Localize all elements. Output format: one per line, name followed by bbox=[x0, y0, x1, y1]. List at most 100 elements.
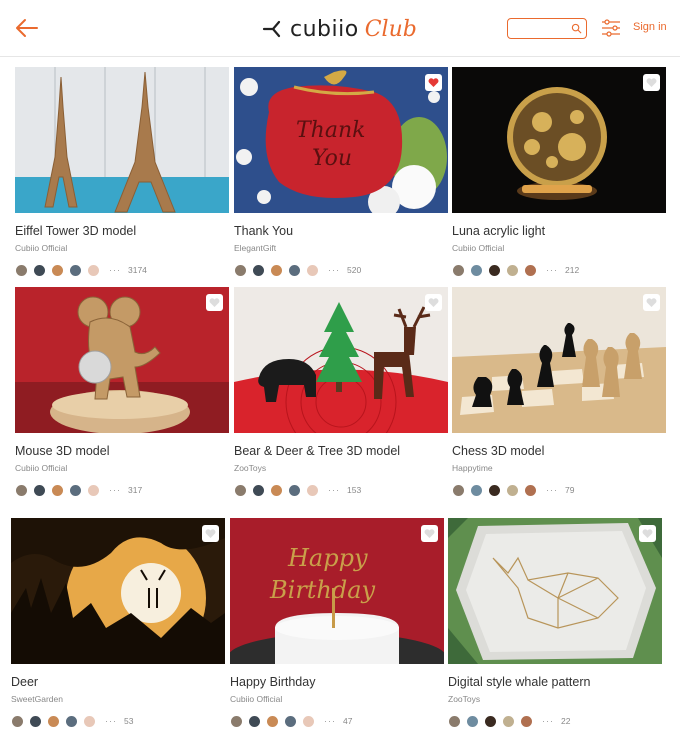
card-title[interactable]: Digital style whale pattern bbox=[448, 675, 590, 689]
avatar[interactable] bbox=[302, 714, 315, 728]
more-dots-icon[interactable]: ··· bbox=[542, 716, 554, 726]
cubiio-club-logo[interactable]: cubiio Club bbox=[262, 14, 417, 44]
mouse-model-thumbnail[interactable] bbox=[15, 287, 229, 433]
like-count: 212 bbox=[565, 265, 580, 275]
avatar[interactable] bbox=[288, 263, 301, 277]
card-author[interactable]: SweetGarden bbox=[11, 694, 63, 704]
like-heart-icon[interactable] bbox=[421, 525, 438, 542]
avatar[interactable] bbox=[252, 263, 265, 277]
avatar[interactable] bbox=[234, 483, 247, 497]
avatar[interactable] bbox=[470, 263, 483, 277]
card-title[interactable]: Thank You bbox=[234, 224, 293, 238]
more-dots-icon[interactable]: ··· bbox=[324, 716, 336, 726]
avatar[interactable] bbox=[29, 714, 42, 728]
more-dots-icon[interactable]: ··· bbox=[328, 265, 340, 275]
avatar[interactable] bbox=[33, 483, 46, 497]
bear-deer-tree-thumbnail[interactable] bbox=[234, 287, 448, 433]
like-heart-icon[interactable] bbox=[643, 74, 660, 91]
avatar[interactable] bbox=[488, 263, 501, 277]
avatar[interactable] bbox=[470, 483, 483, 497]
more-dots-icon[interactable]: ··· bbox=[109, 265, 121, 275]
eiffel-tower-thumbnail[interactable] bbox=[15, 67, 229, 213]
avatar[interactable] bbox=[452, 483, 465, 497]
avatar[interactable] bbox=[33, 263, 46, 277]
back-arrow-icon[interactable] bbox=[14, 15, 40, 41]
avatar[interactable] bbox=[69, 263, 82, 277]
card-author[interactable]: ElegantGift bbox=[234, 243, 276, 253]
avatar[interactable] bbox=[506, 263, 519, 277]
card-author[interactable]: Cubiio Official bbox=[452, 243, 504, 253]
like-count: 3174 bbox=[128, 265, 147, 275]
avatar[interactable] bbox=[252, 483, 265, 497]
card-author[interactable]: ZooToys bbox=[448, 694, 480, 704]
avatar[interactable] bbox=[506, 483, 519, 497]
avatar[interactable] bbox=[51, 263, 64, 277]
avatar[interactable] bbox=[266, 714, 279, 728]
like-heart-icon[interactable] bbox=[425, 74, 442, 91]
card-title[interactable]: Bear & Deer & Tree 3D model bbox=[234, 444, 400, 458]
like-heart-icon[interactable] bbox=[643, 294, 660, 311]
deer-thumbnail[interactable] bbox=[11, 518, 225, 664]
more-dots-icon[interactable]: ··· bbox=[109, 485, 121, 495]
card-title[interactable]: Chess 3D model bbox=[452, 444, 544, 458]
card-title[interactable]: Mouse 3D model bbox=[15, 444, 110, 458]
like-count: 53 bbox=[124, 716, 134, 726]
whale-pattern-thumbnail[interactable] bbox=[448, 518, 662, 664]
card-author[interactable]: Cubiio Official bbox=[15, 243, 67, 253]
avatar[interactable] bbox=[83, 714, 96, 728]
avatar[interactable] bbox=[234, 263, 247, 277]
more-dots-icon[interactable]: ··· bbox=[328, 485, 340, 495]
avatar[interactable] bbox=[51, 483, 64, 497]
avatar[interactable] bbox=[69, 483, 82, 497]
avatar[interactable] bbox=[87, 263, 100, 277]
search-icon[interactable] bbox=[571, 23, 582, 34]
avatar[interactable] bbox=[270, 263, 283, 277]
like-heart-icon[interactable] bbox=[425, 294, 442, 311]
card-title[interactable]: Deer bbox=[11, 675, 38, 689]
search-input[interactable] bbox=[513, 19, 573, 39]
like-heart-icon[interactable] bbox=[202, 525, 219, 542]
avatar[interactable] bbox=[452, 263, 465, 277]
thank-you-thumbnail[interactable]: Thank You bbox=[234, 67, 448, 213]
luna-light-thumbnail[interactable] bbox=[452, 67, 666, 213]
avatar[interactable] bbox=[306, 263, 319, 277]
avatar[interactable] bbox=[520, 714, 533, 728]
filter-sliders-icon[interactable] bbox=[601, 19, 621, 37]
avatar[interactable] bbox=[284, 714, 297, 728]
avatar[interactable] bbox=[466, 714, 479, 728]
more-dots-icon[interactable]: ··· bbox=[546, 265, 558, 275]
card-author[interactable]: Cubiio Official bbox=[230, 694, 282, 704]
avatar[interactable] bbox=[502, 714, 515, 728]
chess-model-thumbnail[interactable] bbox=[452, 287, 666, 433]
avatar[interactable] bbox=[448, 714, 461, 728]
avatar[interactable] bbox=[15, 263, 28, 277]
card-author[interactable]: ZooToys bbox=[234, 463, 266, 473]
card-author[interactable]: Happytime bbox=[452, 463, 493, 473]
avatar[interactable] bbox=[65, 714, 78, 728]
card-meta: ··· 79 bbox=[452, 483, 574, 497]
avatar[interactable] bbox=[47, 714, 60, 728]
card-title[interactable]: Luna acrylic light bbox=[452, 224, 545, 238]
avatar[interactable] bbox=[87, 483, 100, 497]
avatar[interactable] bbox=[484, 714, 497, 728]
like-heart-icon[interactable] bbox=[639, 525, 656, 542]
avatar[interactable] bbox=[288, 483, 301, 497]
avatar[interactable] bbox=[15, 483, 28, 497]
avatar[interactable] bbox=[524, 263, 537, 277]
like-heart-icon[interactable] bbox=[206, 294, 223, 311]
sign-in-link[interactable]: Sign in bbox=[633, 21, 667, 33]
avatar[interactable] bbox=[270, 483, 283, 497]
card-title[interactable]: Eiffel Tower 3D model bbox=[15, 224, 136, 238]
avatar[interactable] bbox=[230, 714, 243, 728]
search-box[interactable] bbox=[507, 18, 587, 39]
avatar[interactable] bbox=[524, 483, 537, 497]
card-title[interactable]: Happy Birthday bbox=[230, 675, 315, 689]
happy-birthday-thumbnail[interactable]: Happy Birthday bbox=[230, 518, 444, 664]
avatar[interactable] bbox=[11, 714, 24, 728]
more-dots-icon[interactable]: ··· bbox=[546, 485, 558, 495]
more-dots-icon[interactable]: ··· bbox=[105, 716, 117, 726]
avatar[interactable] bbox=[488, 483, 501, 497]
avatar[interactable] bbox=[306, 483, 319, 497]
card-author[interactable]: Cubiio Official bbox=[15, 463, 67, 473]
avatar[interactable] bbox=[248, 714, 261, 728]
